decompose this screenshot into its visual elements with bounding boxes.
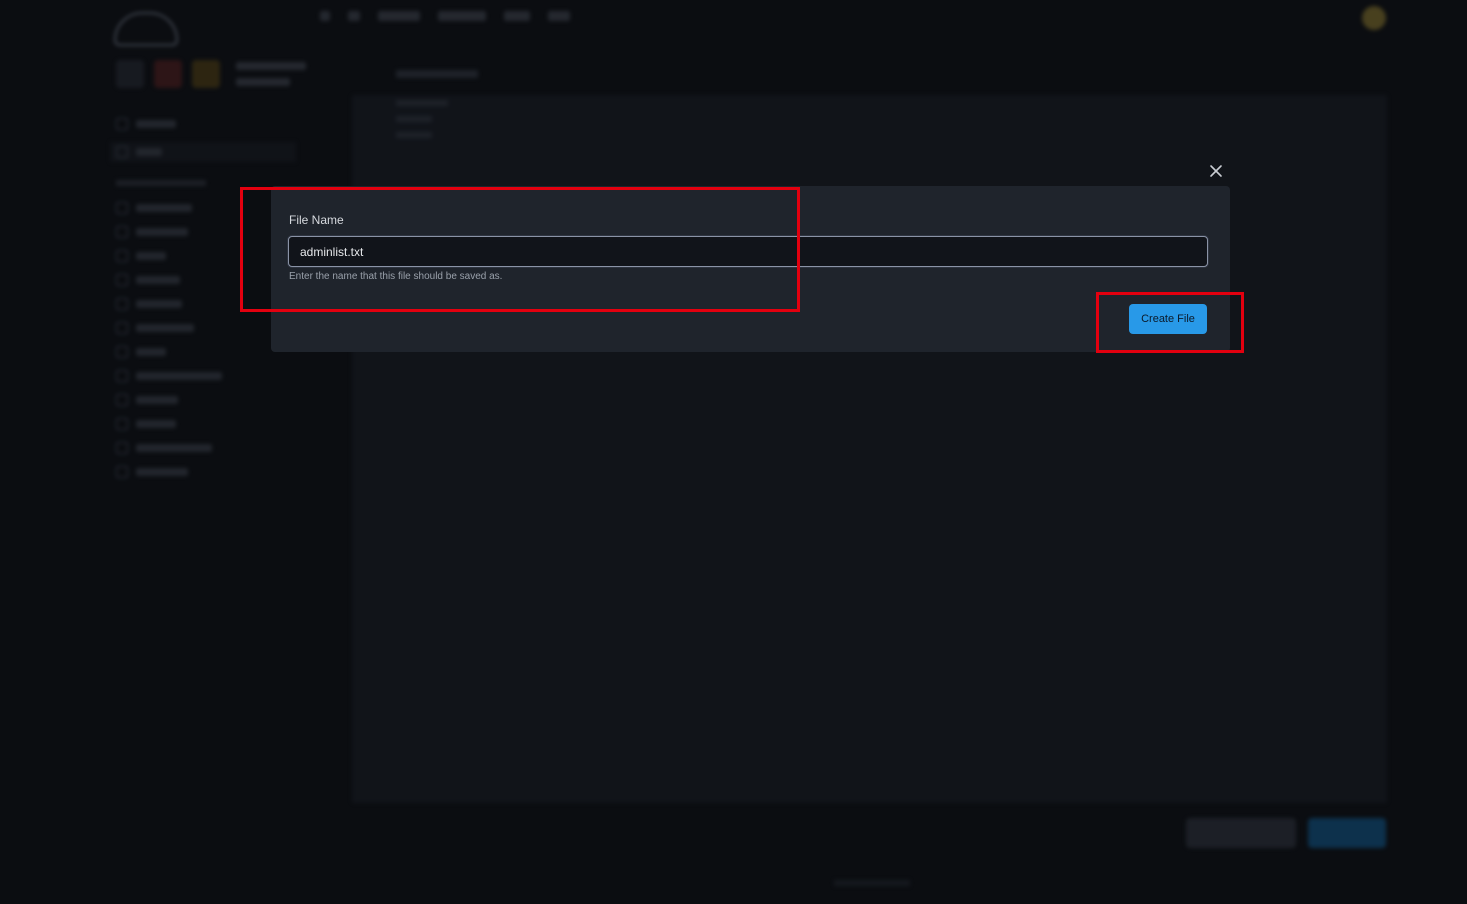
sidebar-item-placeholder <box>116 346 296 358</box>
save-button-placeholder <box>1308 818 1386 848</box>
crumb-placeholder <box>548 11 570 21</box>
file-type-select-placeholder <box>1186 818 1296 848</box>
create-file-dialog: File Name Enter the name that this file … <box>271 186 1230 352</box>
server-status-placeholder <box>236 62 306 94</box>
sidebar-heading-placeholder <box>116 180 206 186</box>
file-name-label: File Name <box>289 213 344 227</box>
editor-lines-placeholder <box>396 100 448 148</box>
crumb-placeholder <box>438 11 486 21</box>
sidebar-item-placeholder <box>116 370 296 382</box>
sidebar-item-placeholder <box>116 250 296 262</box>
sidebar-item-placeholder <box>116 226 296 238</box>
stop-button-placeholder <box>154 60 182 88</box>
logo-cloud-icon <box>114 12 178 46</box>
create-file-button[interactable]: Create File <box>1129 304 1207 334</box>
sidebar-item-placeholder <box>116 298 296 310</box>
sidebar-item-placeholder <box>116 394 296 406</box>
file-name-helper-text: Enter the name that this file should be … <box>289 271 503 282</box>
crumb-placeholder <box>320 11 330 21</box>
top-breadcrumb <box>320 11 570 21</box>
sidebar-item-placeholder <box>116 274 296 286</box>
logo <box>114 10 224 46</box>
crumb-placeholder <box>504 11 530 21</box>
avatar <box>1362 6 1386 30</box>
sidebar-item-placeholder <box>116 202 296 214</box>
sidebar <box>110 118 296 490</box>
sidebar-item-placeholder <box>116 442 296 454</box>
start-button-placeholder <box>116 60 144 88</box>
sidebar-item-placeholder <box>116 322 296 334</box>
crumb-placeholder <box>378 11 420 21</box>
file-path-placeholder <box>396 70 478 78</box>
power-controls <box>116 60 220 88</box>
sidebar-item-placeholder-active <box>110 142 296 162</box>
sidebar-item-placeholder <box>116 418 296 430</box>
close-button[interactable] <box>1204 159 1228 183</box>
close-icon <box>1210 165 1222 177</box>
page: File Name Enter the name that this file … <box>0 0 1467 904</box>
footer-placeholder <box>834 880 910 886</box>
crumb-placeholder <box>348 11 360 21</box>
blurred-background-app <box>0 0 1467 904</box>
sidebar-item-placeholder <box>116 466 296 478</box>
sidebar-item-placeholder <box>116 118 296 130</box>
file-name-input[interactable] <box>288 236 1208 267</box>
bottom-actions <box>1186 818 1386 848</box>
restart-button-placeholder <box>192 60 220 88</box>
